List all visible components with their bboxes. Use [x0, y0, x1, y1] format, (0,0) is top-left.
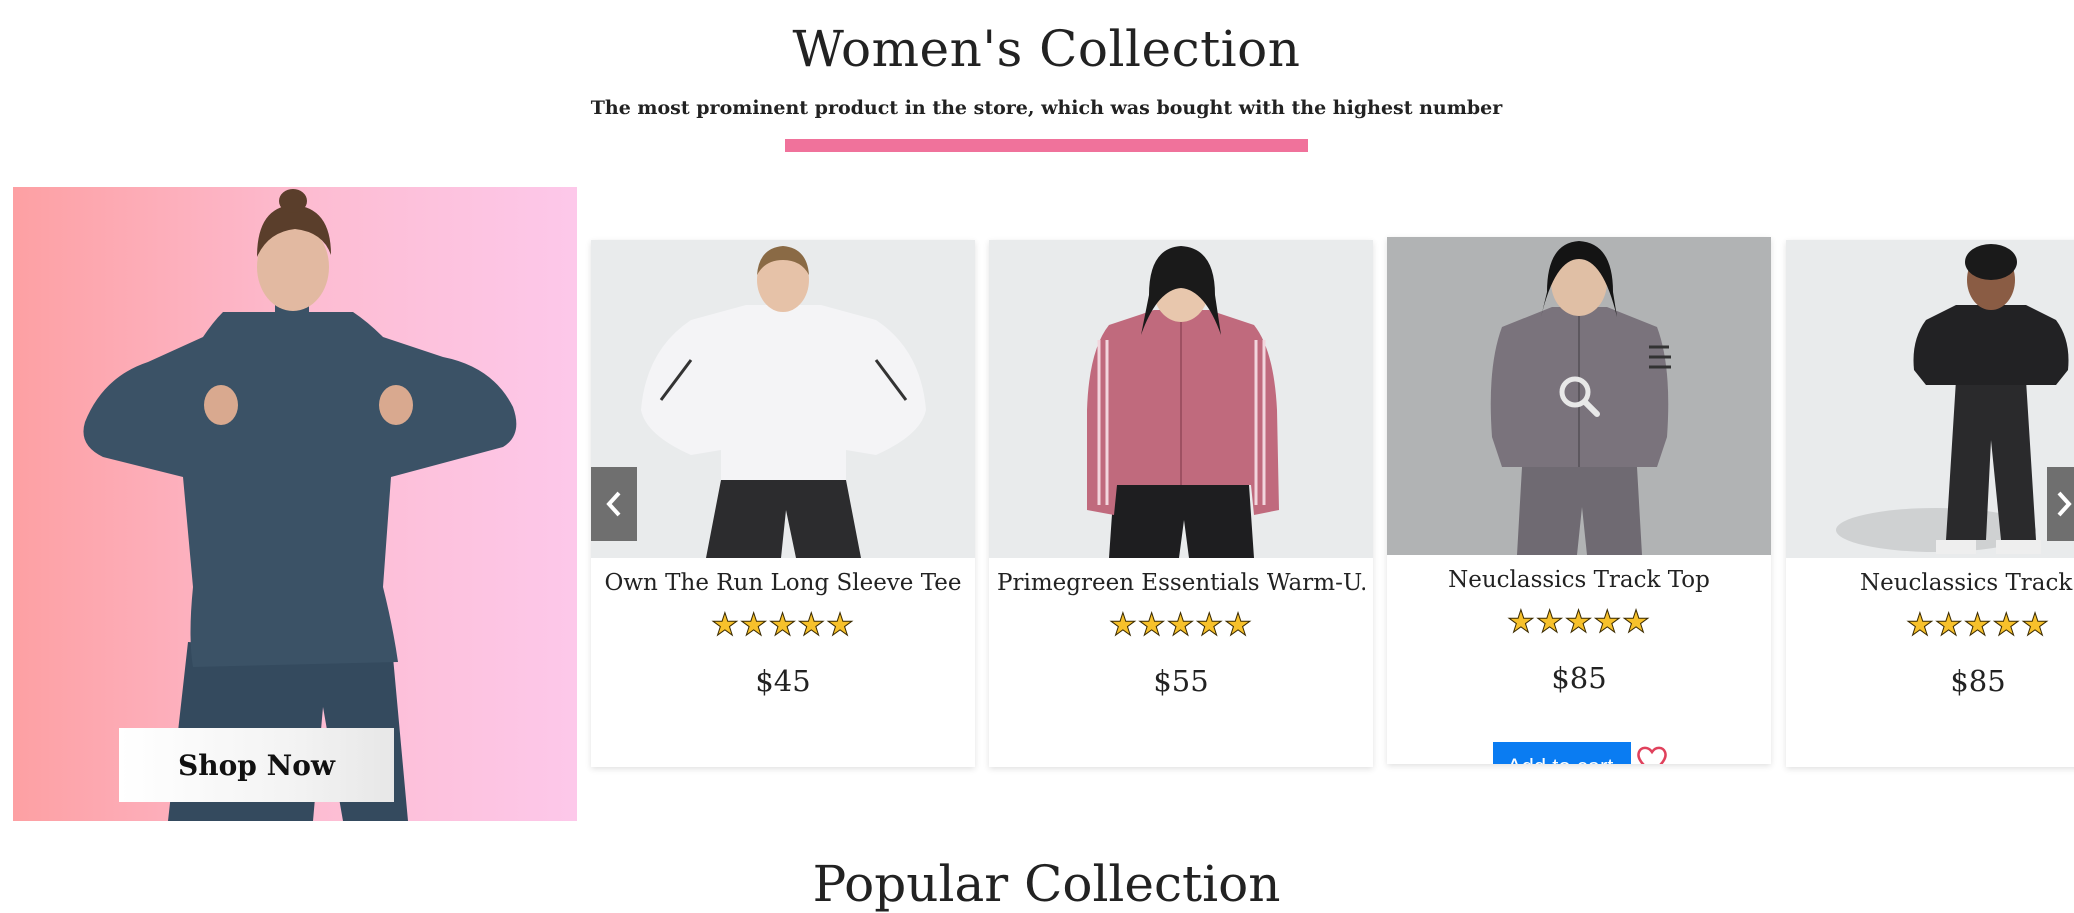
shop-now-button[interactable]: Shop Now — [119, 728, 394, 802]
product-price: $85 — [1950, 664, 2006, 698]
rating-stars: ★★★★★ — [711, 607, 855, 643]
product-card[interactable]: Neuclassics Track Top ★★★★★ $85 Add to c… — [1387, 237, 1771, 764]
carousel-prev-button[interactable] — [591, 467, 637, 541]
next-section-title: Popular Collection — [812, 855, 1281, 913]
section-title: Women's Collection — [792, 20, 1301, 78]
carousel-next-button[interactable] — [2047, 467, 2074, 541]
product-card[interactable]: Neuclassics Track Top ★★★★★ $85 — [1786, 240, 2074, 767]
title-underline — [785, 139, 1308, 152]
product-name[interactable]: Neuclassics Track Top — [1860, 570, 2074, 596]
product-price: $45 — [755, 664, 811, 698]
product-image[interactable] — [989, 240, 1373, 558]
section-subtitle: The most prominent product in the store,… — [590, 97, 1503, 119]
rating-stars: ★★★★★ — [1906, 607, 2050, 643]
product-card[interactable]: Own The Run Long Sleeve Tee ★★★★★ $45 — [591, 240, 975, 767]
product-name[interactable]: Primegreen Essentials Warm-U... — [997, 570, 1365, 596]
product-price: $85 — [1551, 661, 1607, 695]
chevron-right-icon — [2057, 491, 2072, 517]
rating-stars: ★★★★★ — [1507, 604, 1651, 640]
product-name[interactable]: Neuclassics Track Top — [1395, 567, 1763, 593]
chevron-left-icon — [606, 491, 621, 517]
product-name[interactable]: Own The Run Long Sleeve Tee — [599, 570, 967, 596]
promo-model-image — [83, 189, 517, 821]
product-card[interactable]: Primegreen Essentials Warm-U... ★★★★★ $5… — [989, 240, 1373, 767]
search-icon[interactable] — [1555, 372, 1603, 420]
product-image[interactable] — [1786, 240, 2074, 558]
promo-banner — [13, 187, 577, 821]
heart-icon[interactable] — [1635, 745, 1669, 764]
add-to-cart-button[interactable]: Add to cart — [1493, 742, 1631, 764]
rating-stars: ★★★★★ — [1109, 607, 1253, 643]
product-image[interactable] — [591, 240, 975, 558]
product-image[interactable] — [1387, 237, 1771, 555]
product-price: $55 — [1153, 664, 1209, 698]
